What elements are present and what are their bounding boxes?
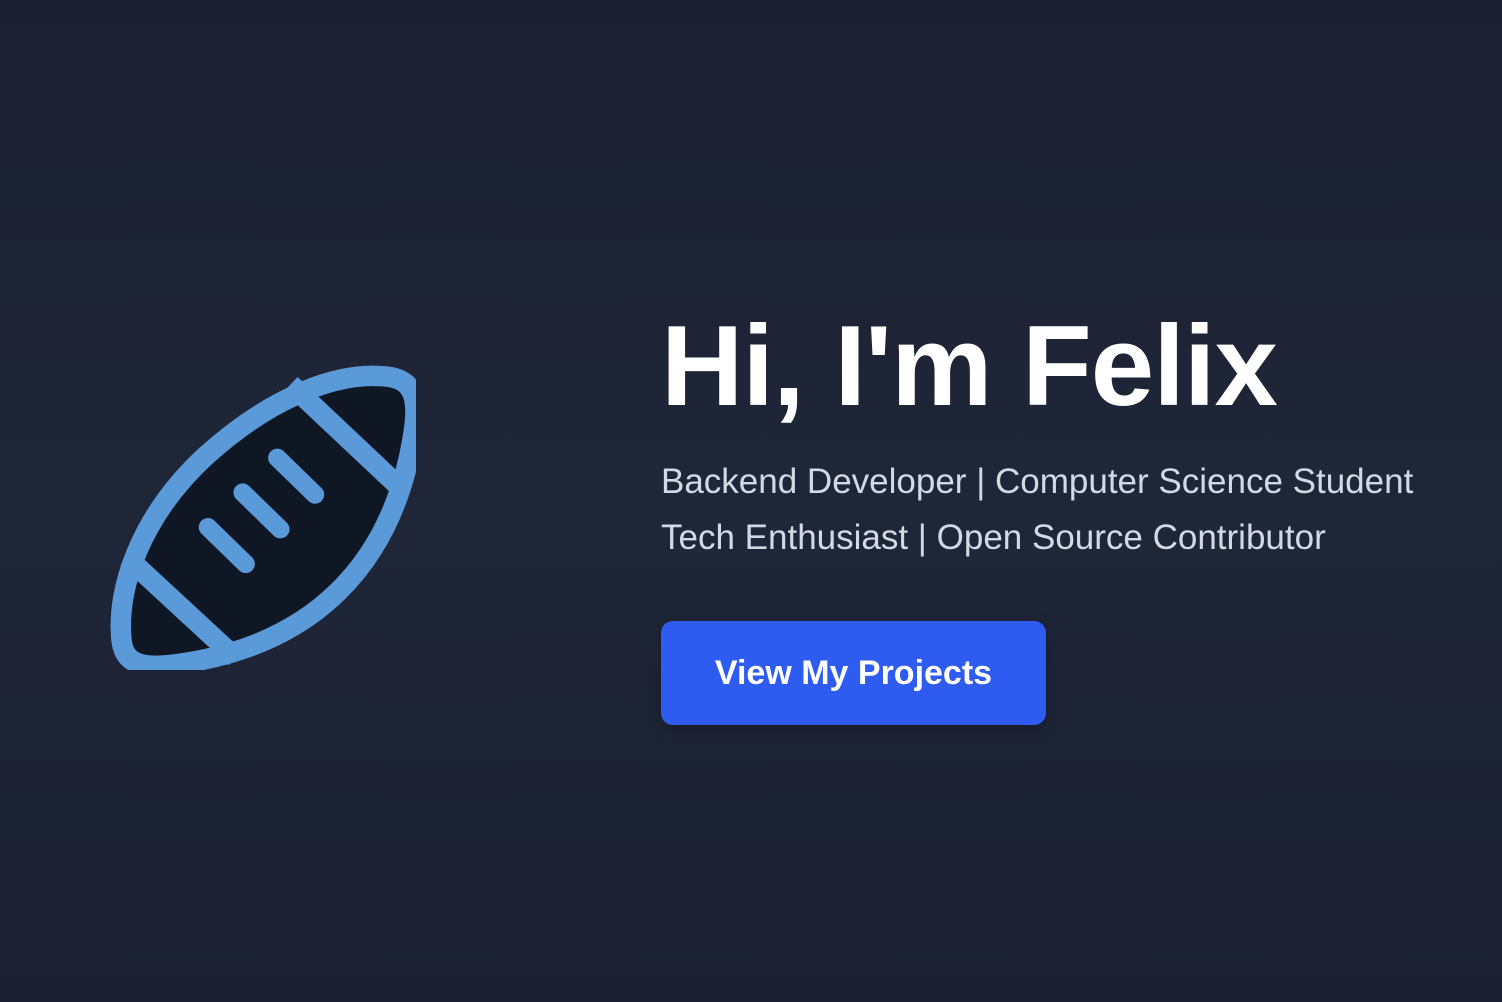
hero-content: Hi, I'm Felix Backend Developer | Comput… bbox=[661, 300, 1481, 566]
view-projects-button[interactable]: View My Projects bbox=[661, 621, 1046, 725]
hero-section: Hi, I'm Felix Backend Developer | Comput… bbox=[0, 0, 1502, 1002]
hero-subtitle: Backend Developer | Computer Science Stu… bbox=[661, 454, 1481, 566]
subtitle-line-interests: Tech Enthusiast | Open Source Contributo… bbox=[661, 518, 1326, 557]
hero-title: Hi, I'm Felix bbox=[661, 303, 1278, 430]
subtitle-line-roles: Backend Developer | Computer Science Stu… bbox=[661, 462, 1414, 501]
football-logo-icon bbox=[108, 364, 416, 670]
